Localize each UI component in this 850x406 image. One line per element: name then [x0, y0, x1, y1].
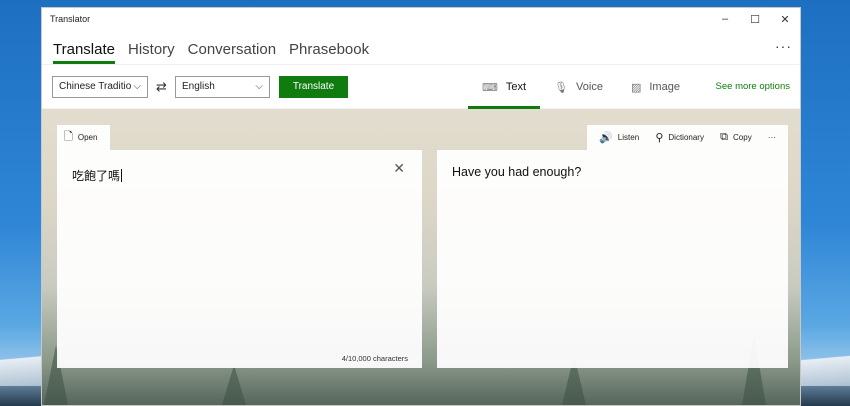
target-language-value: English — [182, 81, 215, 92]
tab-image[interactable]: ▨ Image — [617, 65, 694, 109]
translation-output-text: Have you had enough? — [452, 165, 582, 179]
tab-voice[interactable]: 🎙 Voice — [540, 65, 617, 109]
clear-icon[interactable]: ✕ — [393, 160, 405, 177]
speaker-icon: 🔊 — [599, 132, 613, 144]
see-more-options-link[interactable]: See more options — [716, 81, 790, 92]
open-label: Open — [77, 133, 98, 142]
dictionary-label: Dictionary — [668, 133, 704, 142]
minimize-button[interactable]: – — [710, 8, 740, 30]
window-title: Translator — [50, 14, 91, 24]
desktop-wallpaper-left — [0, 0, 41, 406]
tab-text[interactable]: ⌨ Text — [468, 65, 541, 109]
character-count: 4/10,000 characters — [341, 354, 408, 363]
open-file-icon: 🗋 — [64, 131, 73, 143]
tab-conversation[interactable]: Conversation — [188, 41, 276, 64]
maximize-button[interactable]: ☐ — [740, 8, 770, 30]
output-more-button[interactable]: ··· — [768, 133, 776, 142]
desktop-wallpaper-right — [801, 0, 850, 406]
listen-button[interactable]: 🔊 Listen — [599, 131, 639, 144]
background-tree — [222, 365, 246, 405]
translate-toolbar: Chinese Traditio ⌵ ⇄ English ⌵ Translate… — [42, 64, 800, 109]
main-nav: Translate History Conversation Phraseboo… — [42, 30, 800, 64]
translation-area: 🗋 Open 吃飽了嗎 ✕ 4/10,000 characters 🔊 List… — [42, 109, 800, 405]
dictionary-button[interactable]: ⚲ Dictionary — [655, 131, 704, 144]
source-text-pane: 吃飽了嗎 ✕ 4/10,000 characters — [57, 150, 422, 368]
image-icon: ▨ — [630, 81, 642, 94]
chevron-down-icon: ⌵ — [133, 81, 141, 92]
microphone-icon: 🎙 — [554, 81, 569, 94]
copy-icon: ⧉ — [720, 131, 729, 143]
keyboard-icon: ⌨ — [482, 81, 498, 94]
source-language-select[interactable]: Chinese Traditio ⌵ — [52, 75, 148, 98]
window-controls: – ☐ ✕ — [710, 8, 800, 30]
source-language-value: Chinese Traditio — [59, 81, 132, 92]
copy-button[interactable]: ⧉ Copy — [720, 131, 752, 144]
output-toolbar: 🔊 Listen ⚲ Dictionary ⧉ Copy ··· — [587, 125, 788, 150]
tab-image-label: Image — [649, 81, 680, 93]
swap-languages-icon[interactable]: ⇄ — [148, 79, 175, 95]
tab-history[interactable]: History — [128, 41, 175, 64]
more-options-button[interactable]: ··· — [775, 38, 792, 54]
open-file-button[interactable]: 🗋 Open — [57, 125, 110, 150]
translation-output-pane: Have you had enough? — [437, 150, 788, 368]
listen-label: Listen — [617, 133, 640, 142]
input-mode-tabs: ⌨ Text 🎙 Voice ▨ Image — [468, 65, 694, 109]
tab-text-label: Text — [505, 81, 527, 93]
search-icon: ⚲ — [655, 132, 664, 144]
tab-phrasebook[interactable]: Phrasebook — [289, 41, 369, 64]
title-bar: Translator – ☐ ✕ — [42, 8, 800, 30]
translate-button[interactable]: Translate — [279, 75, 348, 98]
translator-window: Translator – ☐ ✕ Translate History Conve… — [41, 7, 801, 406]
target-language-select[interactable]: English ⌵ — [175, 75, 270, 98]
tab-translate[interactable]: Translate — [53, 41, 115, 64]
chevron-down-icon: ⌵ — [255, 81, 263, 92]
tab-voice-label: Voice — [576, 81, 603, 93]
copy-label: Copy — [733, 133, 752, 142]
close-button[interactable]: ✕ — [770, 8, 800, 30]
source-text-input[interactable]: 吃飽了嗎 — [72, 167, 122, 184]
